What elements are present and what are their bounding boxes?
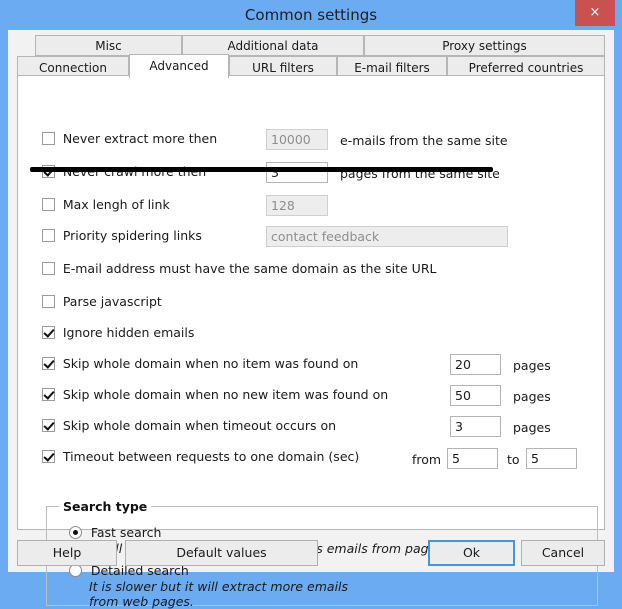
parse-javascript-row[interactable]: Parse javascript [42, 294, 162, 314]
max-length-link-row[interactable]: Max lengh of link [42, 197, 170, 217]
timeout-between-label: Timeout between requests to one domain (… [62, 449, 360, 464]
priority-spidering-input[interactable] [266, 226, 508, 247]
skip-no-item-checkbox[interactable] [42, 357, 55, 370]
help-button[interactable]: Help [17, 540, 117, 566]
search-type-title: Search type [59, 499, 152, 514]
never-extract-label: Never extract more then [62, 131, 218, 146]
never-crawl-input[interactable] [266, 162, 328, 183]
skip-timeout-row[interactable]: Skip whole domain when timeout occurs on [42, 418, 336, 438]
same-domain-row[interactable]: E-mail address must have the same domain… [42, 261, 436, 281]
skip-timeout-input[interactable] [450, 416, 501, 437]
ignore-hidden-label: Ignore hidden emails [62, 325, 195, 340]
skip-no-item-input[interactable] [450, 354, 501, 375]
skip-no-new-item-row[interactable]: Skip whole domain when no new item was f… [42, 387, 388, 407]
same-domain-checkbox[interactable] [42, 262, 55, 275]
skip-no-new-item-suffix: pages [513, 389, 551, 404]
skip-no-new-item-input[interactable] [450, 385, 501, 406]
never-extract-suffix: e-mails from the same site [340, 133, 508, 148]
max-length-link-input[interactable] [266, 195, 328, 216]
parse-javascript-label: Parse javascript [62, 294, 162, 309]
max-length-link-label: Max lengh of link [62, 197, 170, 212]
never-extract-checkbox[interactable] [42, 132, 55, 145]
title-bar: Common settings × [0, 0, 622, 30]
cancel-button[interactable]: Cancel [521, 540, 605, 566]
dialog-body: Misc Additional data Proxy settings Conn… [8, 30, 614, 609]
window-title: Common settings [244, 6, 378, 24]
timeout-to-input[interactable] [526, 448, 577, 469]
parse-javascript-checkbox[interactable] [42, 295, 55, 308]
timeout-between-row[interactable]: Timeout between requests to one domain (… [42, 449, 359, 469]
ignore-hidden-checkbox[interactable] [42, 326, 55, 339]
tab-row-top: Misc Additional data Proxy settings [17, 35, 605, 56]
tab-strip: Misc Additional data Proxy settings Conn… [17, 35, 605, 80]
timeout-to-label: to [507, 452, 520, 467]
advanced-tab-page: Never extract more then e-mails from the… [17, 75, 605, 609]
skip-no-item-label: Skip whole domain when no item was found… [62, 356, 359, 371]
same-domain-label: E-mail address must have the same domain… [62, 261, 437, 276]
tab-proxy-settings[interactable]: Proxy settings [364, 35, 605, 56]
skip-no-new-item-checkbox[interactable] [42, 388, 55, 401]
fast-search-option[interactable]: Fast search [69, 525, 161, 540]
never-extract-input[interactable] [266, 129, 328, 150]
common-settings-dialog: Common settings × Misc Additional data P… [0, 0, 622, 609]
timeout-between-checkbox[interactable] [42, 450, 55, 463]
priority-spidering-checkbox[interactable] [42, 229, 55, 242]
ok-button[interactable]: Ok [428, 540, 515, 566]
tab-misc[interactable]: Misc [35, 35, 182, 56]
max-length-link-checkbox[interactable] [42, 198, 55, 211]
close-icon[interactable]: × [575, 0, 615, 26]
ignore-hidden-row[interactable]: Ignore hidden emails [42, 325, 194, 345]
skip-timeout-label: Skip whole domain when timeout occurs on [62, 418, 337, 433]
timeout-from-label: from [412, 452, 442, 467]
never-extract-row[interactable]: Never extract more then [42, 131, 217, 151]
tab-advanced[interactable]: Advanced [129, 54, 229, 78]
skip-no-new-item-label: Skip whole domain when no new item was f… [62, 387, 389, 402]
annotation-underline [30, 167, 493, 172]
fast-search-radio[interactable] [69, 526, 82, 539]
skip-no-item-row[interactable]: Skip whole domain when no item was found… [42, 356, 358, 376]
default-values-button[interactable]: Default values [125, 540, 318, 566]
fast-search-label: Fast search [90, 525, 162, 540]
skip-no-item-suffix: pages [513, 358, 551, 373]
priority-spidering-label: Priority spidering links [62, 228, 202, 243]
skip-timeout-checkbox[interactable] [42, 419, 55, 432]
timeout-from-input[interactable] [447, 448, 498, 469]
skip-timeout-suffix: pages [513, 420, 551, 435]
priority-spidering-row[interactable]: Priority spidering links [42, 228, 202, 248]
tab-additional-data[interactable]: Additional data [182, 35, 364, 56]
detailed-search-description: It is slower but it will extract more em… [89, 579, 349, 609]
